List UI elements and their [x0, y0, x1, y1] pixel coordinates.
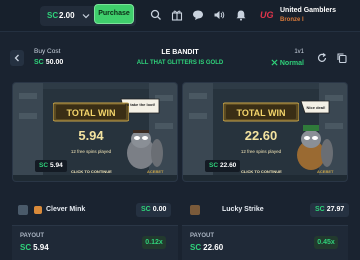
- currency-code: SC: [39, 162, 49, 169]
- speech-bubble-text: I'll take the loot!: [124, 102, 156, 107]
- currency-code: SC: [209, 162, 219, 169]
- volatility-label: Normal: [264, 59, 304, 67]
- payout-amount: 22.60: [203, 243, 224, 252]
- payout-amount: 5.94: [33, 243, 49, 252]
- payout-label: PAYOUT: [190, 233, 215, 239]
- refresh-icon: [317, 53, 327, 62]
- speech-bubble-text: Nice deal!: [306, 105, 326, 110]
- win-value: 22.60: [244, 128, 278, 143]
- game-title: LE BANDIT: [161, 49, 199, 56]
- bell-icon[interactable]: [235, 9, 247, 21]
- brand-watermark: ACEBET: [147, 169, 164, 174]
- payout-value: SC 22.60: [190, 243, 223, 252]
- player-row-2: Lucky Strike SC 27.97: [182, 200, 350, 222]
- game-panel-2[interactable]: Nice deal! TOTAL WIN 22.60 12 free spins…: [182, 82, 348, 182]
- click-to-continue[interactable]: CLICK TO CONTINUE: [71, 169, 112, 174]
- player-badge-icon: [34, 206, 42, 214]
- copy-button[interactable]: [336, 52, 348, 64]
- avatar: [18, 205, 28, 215]
- team-rank: Bronze I: [280, 17, 304, 23]
- currency-code: SC: [34, 59, 44, 66]
- balance-amount: 2.00: [59, 11, 75, 20]
- volatility-value: Normal: [279, 60, 304, 67]
- payout-value: SC 5.94: [20, 243, 49, 252]
- currency-code: SC: [141, 206, 151, 213]
- banner-text: TOTAL WIN: [66, 108, 116, 118]
- win-badge-amount: 22.60: [220, 162, 237, 169]
- brand-watermark: ACEBET: [317, 169, 334, 174]
- buy-cost-value: SC 50.00: [34, 59, 63, 66]
- payout-box-1: PAYOUT SC 5.94 0.12x: [12, 225, 178, 260]
- battle-mode: 1v1: [294, 49, 304, 55]
- win-badge-amount: 5.94: [50, 162, 63, 169]
- chevron-down-icon: [82, 12, 90, 20]
- purchase-button[interactable]: Purchase: [94, 4, 134, 24]
- player-balance: SC 0.00: [136, 203, 172, 217]
- player-name[interactable]: Clever Mink: [46, 206, 85, 213]
- game-subtitle: ALL THAT GLITTERS IS GOLD: [136, 60, 224, 66]
- multiplier-badge: 0.45x: [314, 236, 338, 249]
- spins-played: 12 free spins played: [240, 149, 282, 154]
- gift-icon[interactable]: [171, 9, 183, 21]
- win-badge: SC 22.60: [205, 160, 241, 172]
- player-balance: SC 27.97: [310, 203, 350, 217]
- player-row-1: Clever Mink SC 0.00: [12, 200, 178, 222]
- copy-icon: [337, 53, 347, 64]
- buy-cost-amount: 50.00: [45, 59, 64, 66]
- team-logo[interactable]: UG: [260, 9, 274, 21]
- swap-icon: [271, 59, 278, 66]
- game-panel-1[interactable]: I'll take the loot! TOTAL WIN 5.94 12 fr…: [12, 82, 178, 182]
- search-icon[interactable]: [150, 9, 162, 21]
- payout-box-2: PAYOUT SC 22.60 0.45x: [182, 225, 348, 260]
- win-badge: SC 5.94: [35, 160, 67, 172]
- currency-code: SC: [20, 243, 32, 252]
- player-name[interactable]: Lucky Strike: [222, 206, 264, 213]
- top-bar: SC 2.00 Purchase UG United Gamblers Bron…: [0, 0, 360, 32]
- currency-code: SC: [190, 243, 202, 252]
- avatar: [190, 205, 200, 215]
- chat-icon[interactable]: [192, 9, 204, 21]
- player-balance-amount: 27.97: [326, 206, 345, 213]
- back-button[interactable]: [10, 50, 24, 66]
- sound-icon[interactable]: [213, 9, 225, 21]
- win-value: 5.94: [78, 128, 104, 143]
- chevron-left-icon: [14, 54, 19, 62]
- balance-currency: SC: [47, 11, 59, 20]
- team-name[interactable]: United Gamblers: [280, 7, 336, 14]
- player-balance-amount: 0.00: [152, 206, 167, 213]
- multiplier-badge: 0.12x: [142, 236, 166, 249]
- banner-text: TOTAL WIN: [236, 108, 286, 118]
- spins-played: 12 free spins played: [70, 149, 112, 154]
- refresh-button[interactable]: [316, 52, 328, 64]
- buy-cost-label: Buy Cost: [34, 48, 61, 55]
- click-to-continue[interactable]: CLICK TO CONTINUE: [241, 169, 282, 174]
- payout-label: PAYOUT: [20, 233, 45, 239]
- currency-code: SC: [315, 206, 325, 213]
